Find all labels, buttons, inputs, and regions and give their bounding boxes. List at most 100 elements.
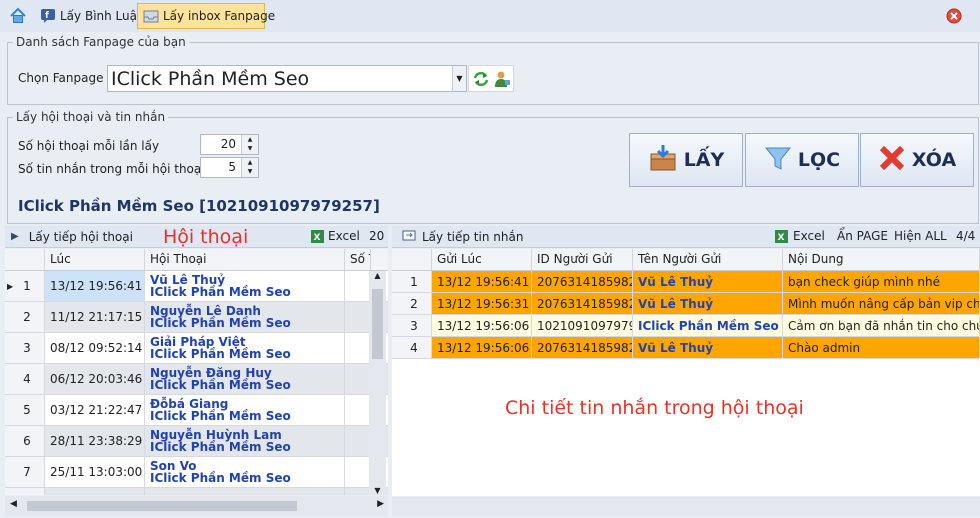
table-row[interactable]: 313/12 19:56:061021091097979...IClick Ph… (392, 315, 980, 337)
column-header[interactable]: ID Người Gửi (532, 249, 633, 270)
page-name: IClick Phần Mềm Seo (150, 471, 291, 485)
row-number-label: 4 (23, 372, 31, 386)
message-rows: 113/12 19:56:412076314185982...Vũ Lê Thu… (392, 271, 980, 359)
scroll-down-icon[interactable]: ▼ (370, 486, 385, 495)
inbox-icon (143, 8, 159, 24)
count-cell (345, 302, 371, 332)
right-horizontal-scrollbar[interactable] (392, 497, 980, 516)
table-row[interactable]: 5 03/12 21:22:47 Đỗbá Giang IClick Phần Mềm… (5, 395, 388, 426)
fanpage-group-legend: Danh sách Fanpage của bạn (13, 35, 189, 49)
chevron-down-icon[interactable]: ▼ (452, 66, 466, 91)
per-fetch-stepper[interactable]: 20 ▲ ▼ (200, 134, 259, 155)
left-excel-button[interactable]: Excel (328, 229, 360, 243)
next-messages-button[interactable]: Lấy tiếp tin nhắn (422, 230, 523, 244)
next-conversations-button[interactable]: Lấy tiếp hội thoại (29, 230, 133, 244)
row-number: 7 (5, 457, 45, 487)
column-header[interactable]: Gửi Lúc (432, 249, 532, 270)
right-excel-button[interactable]: Excel (793, 229, 825, 243)
sender-name-cell: Vũ Lê Thuỷ (633, 271, 783, 292)
messages-per-convo-stepper[interactable]: 5 ▲ ▼ (200, 157, 259, 178)
page-name: IClick Phần Mềm Seo (150, 409, 291, 423)
stepper-arrows[interactable]: ▲ ▼ (241, 158, 258, 177)
show-all-button[interactable]: Hiện ALL (894, 229, 947, 243)
next-message-icon (402, 229, 417, 245)
left-horizontal-scrollbar[interactable]: ◀ ▶ (5, 496, 388, 516)
user-icon[interactable] (493, 70, 511, 91)
tab-lay-binh-luan[interactable]: f Lấy Bình Luận (34, 3, 145, 29)
tab-label: Lấy Bình Luận (60, 9, 145, 23)
messages-annotation: Chi tiết tin nhắn trong hội thoại (505, 397, 804, 419)
count-cell (345, 426, 371, 456)
time-cell: 11/12 21:17:15 (45, 302, 145, 332)
column-header[interactable]: Nội Dung (783, 249, 980, 270)
table-row[interactable]: ▶ 1 13/12 19:56:41 Vũ Lê Thuỷ IClick Phần Mề… (5, 271, 388, 302)
messages-per-convo-value: 5 (228, 160, 236, 174)
per-fetch-label: Số hội thoại mỗi lần lấy (18, 139, 160, 153)
scroll-right-icon[interactable]: ▶ (377, 499, 384, 509)
conversation-cell: Nguyễn Huỳnh Lam IClick Phần Mềm Seo (145, 426, 345, 456)
home-icon[interactable] (9, 7, 27, 28)
conversation-rows: ▶ 1 13/12 19:56:41 Vũ Lê Thuỷ IClick Phần Mề… (5, 271, 388, 495)
scroll-up-icon[interactable]: ▲ (370, 271, 385, 280)
row-number: 3 (392, 315, 432, 336)
left-toolbar: ▶ Lấy tiếp hội thoại Hội thoại X Excel 2… (5, 226, 388, 248)
tab-label: Lấy inbox Fanpage (163, 9, 276, 23)
table-row[interactable]: 4 06/12 20:03:46 Nguyễn Đăng Huy IClick Phầ… (5, 364, 388, 395)
current-row-icon: ▶ (7, 281, 14, 291)
fanpage-select[interactable]: IClick Phần Mềm Seo ▼ (107, 65, 467, 92)
content-cell: Chào admin (783, 337, 980, 358)
get-button[interactable]: LẤY (629, 133, 743, 187)
messages-table: Gửi Lúc ID Người Gửi Tên Người Gửi Nội D… (392, 249, 980, 496)
stepper-arrows[interactable]: ▲ ▼ (241, 135, 258, 154)
row-number: 2 (5, 302, 45, 332)
count-cell (345, 395, 371, 425)
row-number: 1 (392, 271, 432, 292)
time-cell (45, 488, 145, 495)
count-cell (345, 364, 371, 394)
svg-text:X: X (778, 233, 785, 243)
page-name: IClick Phần Mềm Seo (150, 285, 291, 299)
table-row[interactable]: 7 25/11 13:03:00 Son Vo IClick Phần Mềm Seo (5, 457, 388, 488)
close-icon[interactable] (946, 8, 962, 27)
sender-id-cell: 2076314185982... (532, 271, 633, 292)
table-row[interactable]: 3 08/12 09:52:14 Giải Pháp Việt IClick Phần… (5, 333, 388, 364)
table-row[interactable]: 2 11/12 21:17:15 Nguyễn Lê Danh IClick Phần… (5, 302, 388, 333)
table-row (5, 488, 388, 495)
left-vertical-scrollbar[interactable]: ▲ ▼ (369, 271, 386, 495)
time-cell: 25/11 13:03:00 (45, 457, 145, 487)
scroll-thumb[interactable] (372, 289, 383, 359)
column-header[interactable]: Số T (345, 249, 371, 270)
scroll-thumb[interactable] (27, 501, 297, 511)
count-cell (345, 333, 371, 363)
table-row[interactable]: 113/12 19:56:412076314185982...Vũ Lê Thu… (392, 271, 980, 293)
conversation-cell: Đỗbá Giang IClick Phần Mềm Seo (145, 395, 345, 425)
tab-lay-inbox-fanpage[interactable]: Lấy inbox Fanpage (137, 3, 275, 29)
filter-button[interactable]: LỌC (745, 133, 859, 187)
conversation-count: 20 (369, 229, 385, 243)
hide-page-button[interactable]: Ẩn PAGE (837, 229, 888, 243)
sent-time-cell: 13/12 19:56:06 (432, 337, 532, 358)
page-name: IClick Phần Mềm Seo (150, 440, 291, 454)
delete-button[interactable]: XÓA (860, 133, 974, 187)
table-row[interactable]: 213/12 19:56:312076314185982...Vũ Lê Thu… (392, 293, 980, 315)
column-header[interactable]: Tên Người Gửi (633, 249, 783, 270)
table-row[interactable]: 413/12 19:56:062076314185982...Vũ Lê Thu… (392, 337, 980, 359)
play-icon: ▶ (11, 231, 19, 242)
refresh-icon[interactable] (472, 70, 490, 91)
fanpage-label: Chọn Fanpage (18, 71, 104, 85)
row-header-corner (5, 249, 45, 270)
column-header[interactable]: Lúc (45, 249, 145, 270)
row-header-corner (392, 249, 432, 270)
scroll-left-icon[interactable]: ◀ (10, 499, 17, 509)
table-row[interactable]: 6 28/11 23:38:29 Nguyễn Huỳnh Lam IClick Ph… (5, 426, 388, 457)
svg-text:f: f (45, 11, 49, 21)
count-cell (345, 271, 371, 301)
sender-name-cell: IClick Phần Mềm Seo (633, 315, 783, 336)
get-label: LẤY (683, 149, 725, 171)
conversation-group-legend: Lấy hội thoại và tin nhắn (13, 110, 169, 124)
time-cell: 13/12 19:56:41 (45, 271, 145, 301)
time-cell: 06/12 20:03:46 (45, 364, 145, 394)
time-cell: 08/12 09:52:14 (45, 333, 145, 363)
column-header[interactable]: Hội Thoại (145, 249, 345, 270)
time-cell: 28/11 23:38:29 (45, 426, 145, 456)
